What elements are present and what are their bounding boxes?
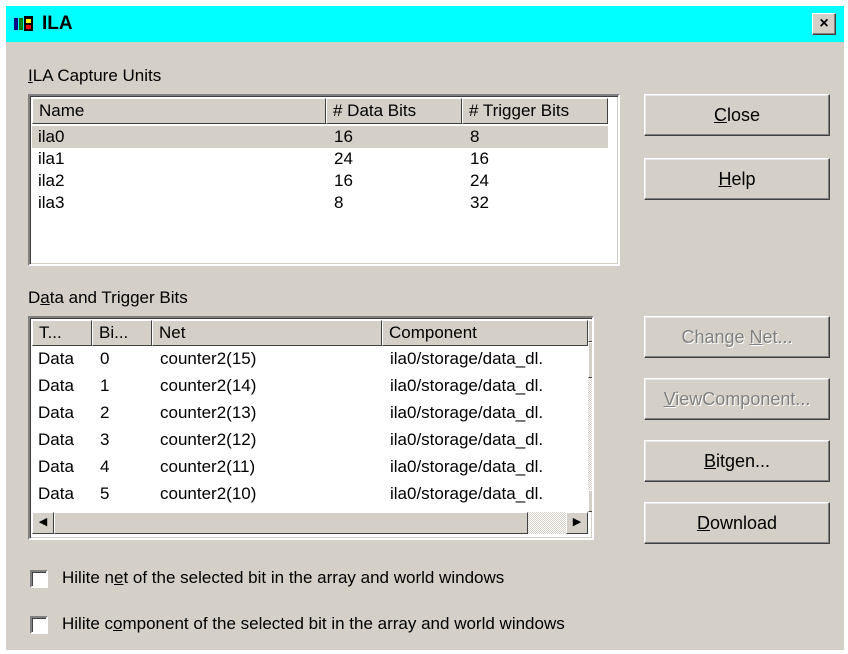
bit-net: counter2(11) <box>160 457 256 476</box>
capture-unit-row[interactable]: ila3 8 32 <box>32 192 608 214</box>
column-header-name[interactable]: Name <box>32 98 326 124</box>
bit-index: 0 <box>100 349 110 368</box>
column-header-component[interactable]: Component <box>382 320 588 346</box>
bit-row[interactable]: Data 2 counter2(13) ila0/storage/data_dl. <box>32 402 588 424</box>
bit-index: 2 <box>100 403 110 422</box>
hilite-net-checkbox[interactable] <box>30 570 48 588</box>
bit-type: Data <box>38 349 74 368</box>
column-header-bit[interactable]: Bi... <box>92 320 152 346</box>
bits-list[interactable]: T... Bi... Net Component Data 0 counter2(1… <box>28 316 594 540</box>
scroll-thumb-vertical[interactable] <box>588 342 592 378</box>
hilite-component-label[interactable]: Hilite component of the selected bit in … <box>62 614 565 634</box>
hilite-net-label[interactable]: Hilite net of the selected bit in the ar… <box>62 568 504 588</box>
bit-index: 3 <box>100 430 110 449</box>
bit-type: Data <box>38 376 74 395</box>
scroll-left-icon[interactable]: ◀ <box>32 512 54 534</box>
scroll-down-icon[interactable]: ▼ <box>588 490 592 512</box>
bit-component: ila0/storage/data_dl. <box>390 484 544 503</box>
help-button[interactable]: Help <box>644 158 830 200</box>
title-bar: ILA × <box>6 6 844 42</box>
horizontal-scrollbar[interactable]: ◀ ▶ <box>32 512 588 534</box>
column-header-net[interactable]: Net <box>152 320 382 346</box>
hilite-component-checkbox[interactable] <box>30 616 48 634</box>
bit-row[interactable]: Data 0 counter2(15) ila0/storage/data_dl. <box>32 348 588 370</box>
capture-unit-name: ila2 <box>38 171 65 190</box>
bit-net: counter2(10) <box>160 484 257 503</box>
bit-net: counter2(12) <box>160 430 257 449</box>
ila-dialog: ILA × ILA Capture Units Name # Data Bits… <box>6 6 844 650</box>
column-header-data-bits[interactable]: # Data Bits <box>326 98 462 124</box>
bit-type: Data <box>38 403 74 422</box>
bit-index: 4 <box>100 457 110 476</box>
bit-type: Data <box>38 484 74 503</box>
capture-unit-name: ila1 <box>38 149 65 168</box>
close-button[interactable]: Close <box>644 94 830 136</box>
capture-unit-name: ila0 <box>38 127 65 146</box>
capture-unit-name: ila3 <box>38 193 65 212</box>
column-header-trigger-bits[interactable]: # Trigger Bits <box>462 98 608 124</box>
capture-unit-data-bits: 24 <box>334 149 353 168</box>
capture-unit-trigger-bits: 32 <box>470 193 489 212</box>
bit-row[interactable]: Data 1 counter2(14) ila0/storage/data_dl. <box>32 375 588 397</box>
bits-label: Data and Trigger Bits <box>28 288 188 307</box>
ila-app-icon <box>14 16 33 31</box>
capture-units-list[interactable]: Name # Data Bits # Trigger Bits ila0 16 8 i… <box>28 94 620 266</box>
bit-index: 5 <box>100 484 110 503</box>
capture-unit-row[interactable]: ila0 16 8 <box>32 126 608 148</box>
bit-net: counter2(13) <box>160 403 257 422</box>
capture-unit-trigger-bits: 16 <box>470 149 489 168</box>
capture-unit-trigger-bits: 24 <box>470 171 489 190</box>
capture-units-label: ILA Capture Units <box>28 66 162 85</box>
download-button[interactable]: Download <box>644 502 830 544</box>
capture-unit-data-bits: 16 <box>334 127 353 146</box>
vertical-scrollbar[interactable]: ▲ ▼ <box>588 320 592 512</box>
bit-component: ila0/storage/data_dl. <box>390 376 544 395</box>
bitgen-button[interactable]: Bitgen... <box>644 440 830 482</box>
scroll-up-icon[interactable]: ▲ <box>588 320 592 342</box>
capture-unit-row[interactable]: ila2 16 24 <box>32 170 608 192</box>
bit-net: counter2(15) <box>160 349 257 368</box>
bit-component: ila0/storage/data_dl. <box>390 457 544 476</box>
bit-index: 1 <box>100 376 110 395</box>
scroll-right-icon[interactable]: ▶ <box>566 512 588 534</box>
change-net-button[interactable]: Change Net... <box>644 316 830 358</box>
column-header-type[interactable]: T... <box>32 320 92 346</box>
capture-unit-trigger-bits: 8 <box>470 127 480 146</box>
bit-component: ila0/storage/data_dl. <box>390 349 544 368</box>
bit-net: counter2(14) <box>160 376 257 395</box>
bit-type: Data <box>38 457 74 476</box>
view-component-button[interactable]: ViewComponent... <box>644 378 830 420</box>
capture-unit-data-bits: 8 <box>334 193 344 212</box>
bit-row[interactable]: Data 5 counter2(10) ila0/storage/data_dl. <box>32 483 588 505</box>
capture-unit-row[interactable]: ila1 24 16 <box>32 148 608 170</box>
bit-type: Data <box>38 430 74 449</box>
close-window-icon[interactable]: × <box>812 13 836 35</box>
bit-row[interactable]: Data 4 counter2(11) ila0/storage/data_dl. <box>32 456 588 478</box>
bit-component: ila0/storage/data_dl. <box>390 403 544 422</box>
capture-unit-data-bits: 16 <box>334 171 353 190</box>
bit-row[interactable]: Data 3 counter2(12) ila0/storage/data_dl. <box>32 429 588 451</box>
bit-component: ila0/storage/data_dl. <box>390 430 544 449</box>
scroll-thumb-horizontal[interactable] <box>54 512 528 534</box>
window-title: ILA <box>42 13 73 34</box>
